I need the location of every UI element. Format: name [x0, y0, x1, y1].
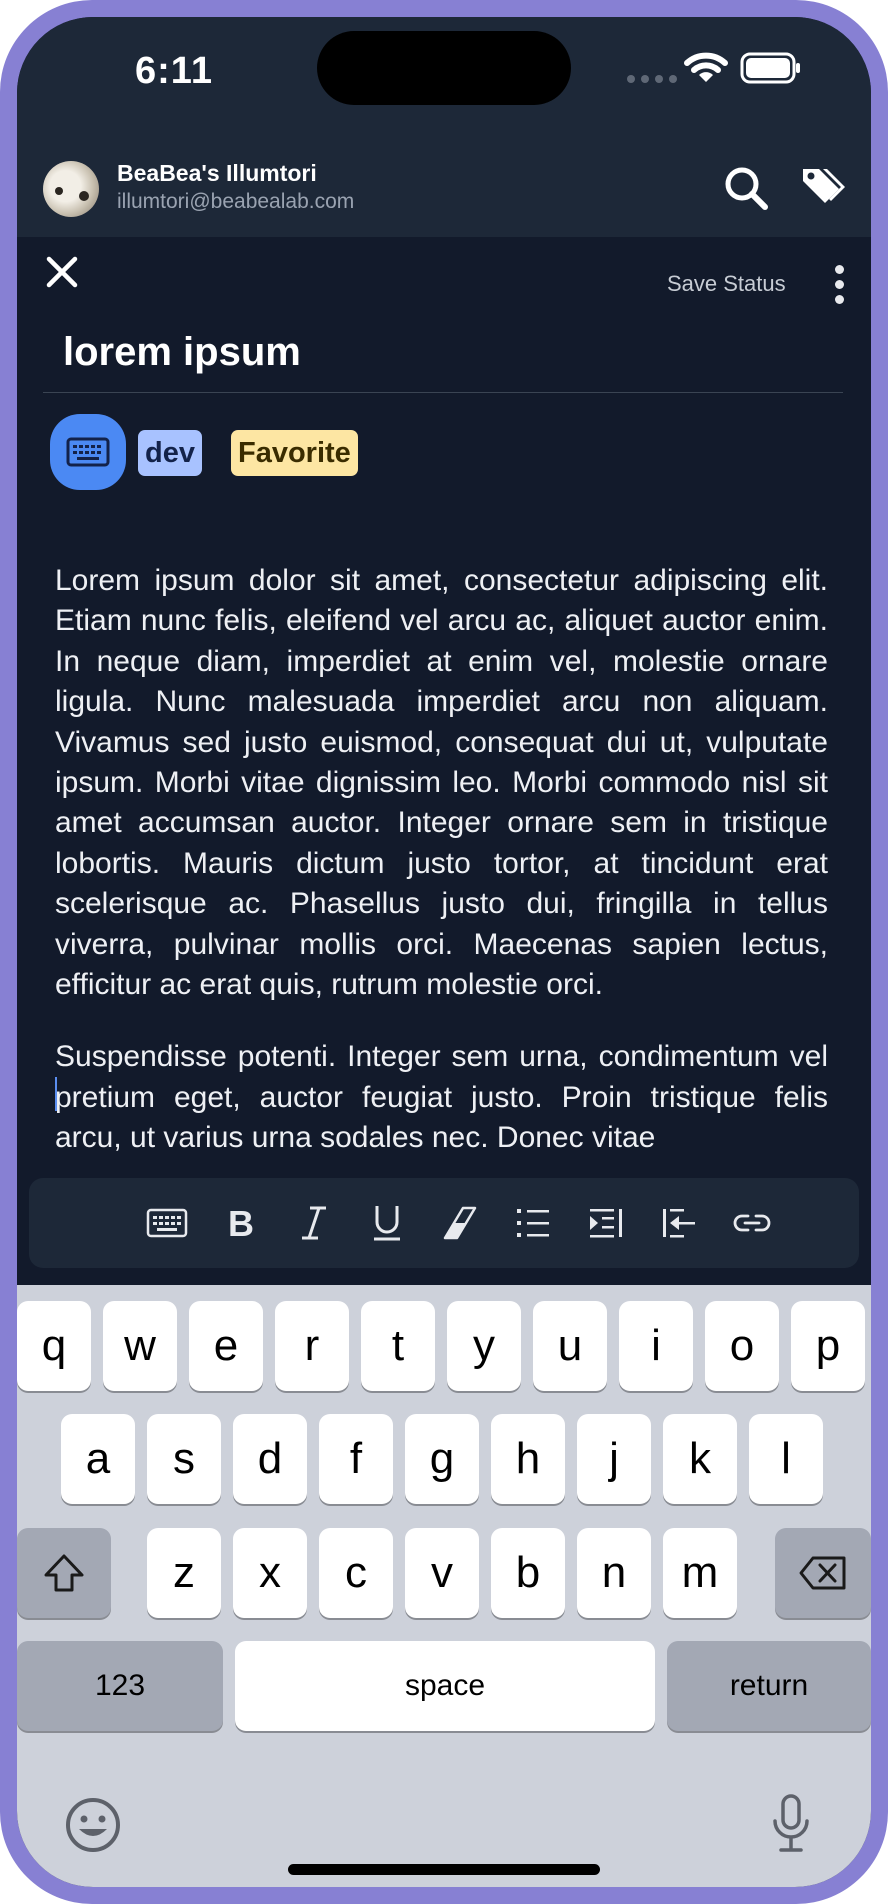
keyboard-icon [146, 1208, 188, 1238]
key-g[interactable]: g [405, 1414, 479, 1504]
more-options-button[interactable] [829, 263, 849, 307]
account-header: BeaBea's Illumtori illumtori@beabealab.c… [17, 135, 871, 237]
text-cursor [55, 1077, 57, 1111]
search-icon[interactable] [723, 165, 769, 211]
key-x[interactable]: x [233, 1528, 307, 1618]
paragraph: Suspendisse potenti. Integer sem urna, c… [55, 1040, 828, 1155]
key-o[interactable]: o [705, 1301, 779, 1391]
key-a[interactable]: a [61, 1414, 135, 1504]
wifi-icon [684, 52, 728, 82]
key-y[interactable]: y [447, 1301, 521, 1391]
microphone-icon[interactable] [771, 1793, 811, 1855]
paragraph: Lorem ipsum dolor sit amet, consectetur … [55, 564, 828, 1002]
underline-icon [374, 1206, 400, 1241]
key-f[interactable]: f [319, 1414, 393, 1504]
bold-button[interactable]: B [217, 1199, 265, 1247]
key-i[interactable]: i [619, 1301, 693, 1391]
key-e[interactable]: e [189, 1301, 263, 1391]
close-button[interactable] [37, 247, 87, 297]
dynamic-island [317, 31, 571, 105]
backspace-icon [799, 1556, 846, 1590]
keyboard-button[interactable] [143, 1199, 191, 1247]
key-n[interactable]: n [577, 1528, 651, 1618]
battery-icon [740, 52, 800, 84]
italic-button[interactable] [290, 1199, 338, 1247]
keyboard-toggle-button[interactable] [50, 414, 126, 490]
key-l[interactable]: l [749, 1414, 823, 1504]
underline-button[interactable] [363, 1199, 411, 1247]
outdent-icon [663, 1209, 695, 1238]
delete-key[interactable] [775, 1528, 871, 1618]
status-time: 6:11 [135, 50, 213, 92]
key-c[interactable]: c [319, 1528, 393, 1618]
note-body[interactable]: Lorem ipsum dolor sit amet, consectetur … [55, 561, 828, 1195]
key-k[interactable]: k [663, 1414, 737, 1504]
status-bar: 6:11 [17, 17, 871, 135]
numbers-key[interactable]: 123 [17, 1641, 223, 1731]
key-v[interactable]: v [405, 1528, 479, 1618]
eraser-icon [443, 1206, 477, 1240]
outdent-button[interactable] [655, 1199, 703, 1247]
title-divider [43, 392, 843, 393]
space-key[interactable]: space [235, 1641, 655, 1731]
key-w[interactable]: w [103, 1301, 177, 1391]
keyboard-icon [66, 437, 110, 467]
key-b[interactable]: b [491, 1528, 565, 1618]
svg-text:B: B [228, 1205, 254, 1241]
key-d[interactable]: d [233, 1414, 307, 1504]
bold-icon: B [228, 1205, 254, 1241]
key-q[interactable]: q [17, 1301, 91, 1391]
avatar[interactable] [43, 161, 99, 217]
tags-icon[interactable] [799, 163, 847, 209]
key-j[interactable]: j [577, 1414, 651, 1504]
emoji-icon[interactable] [65, 1797, 121, 1853]
key-s[interactable]: s [147, 1414, 221, 1504]
return-key[interactable]: return [667, 1641, 871, 1731]
key-r[interactable]: r [275, 1301, 349, 1391]
note-title[interactable]: lorem ipsum [63, 330, 301, 375]
clear-format-button[interactable] [436, 1199, 484, 1247]
home-indicator[interactable] [288, 1864, 600, 1875]
device-frame: 6:11 BeaBea's Illumtori illumtori@beabea… [0, 0, 888, 1904]
software-keyboard: q w e r t y u i o p a s d f g h j k l z … [17, 1285, 871, 1887]
save-status[interactable]: Save Status [667, 271, 786, 297]
tag-dev[interactable]: dev [138, 430, 202, 476]
link-button[interactable] [728, 1199, 776, 1247]
shift-icon [44, 1554, 84, 1592]
link-icon [733, 1214, 771, 1232]
account-email: illumtori@beabealab.com [117, 190, 355, 213]
key-u[interactable]: u [533, 1301, 607, 1391]
account-name: BeaBea's Illumtori [117, 160, 317, 186]
indent-icon [590, 1209, 622, 1238]
tag-favorite[interactable]: Favorite [231, 430, 358, 476]
screen: 6:11 BeaBea's Illumtori illumtori@beabea… [17, 17, 871, 1887]
key-m[interactable]: m [663, 1528, 737, 1618]
italic-icon [302, 1206, 326, 1240]
key-p[interactable]: p [791, 1301, 865, 1391]
key-t[interactable]: t [361, 1301, 435, 1391]
cellular-signal-icon [627, 75, 677, 83]
indent-button[interactable] [582, 1199, 630, 1247]
format-toolbar: B [29, 1178, 859, 1268]
close-icon [46, 256, 78, 288]
list-icon [517, 1209, 549, 1237]
key-z[interactable]: z [147, 1528, 221, 1618]
shift-key[interactable] [17, 1528, 111, 1618]
key-h[interactable]: h [491, 1414, 565, 1504]
bullet-list-button[interactable] [509, 1199, 557, 1247]
